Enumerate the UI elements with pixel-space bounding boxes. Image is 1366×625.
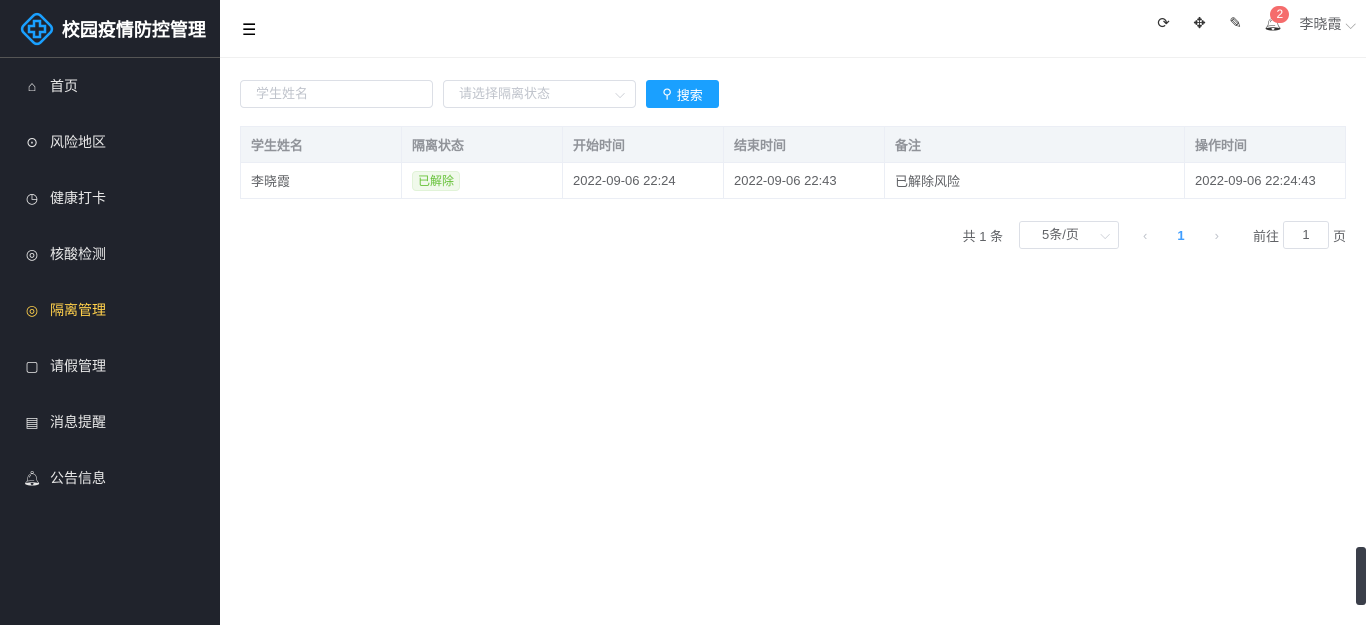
column-header[interactable]: 隔离状态 — [401, 126, 563, 163]
sidebar-item-label: 隔离管理 — [50, 302, 106, 318]
document-icon: ▢ — [25, 357, 39, 374]
sidebar-item-label: 公告信息 — [50, 470, 106, 486]
status-select-placeholder: 请选择隔离状态 — [459, 86, 551, 101]
chevron-down-icon: ⌵ — [615, 86, 625, 101]
sidebar-item-label: 健康打卡 — [50, 190, 106, 206]
status-select[interactable]: 请选择隔离状态 ⌵ — [443, 80, 636, 108]
app-title: 校园疫情防控管理 — [62, 19, 206, 40]
bell-icon[interactable]: 🔔︎ 2 — [1263, 6, 1290, 32]
top-bar: ☰ ⟳ ✥ ✎ 🔔︎ 2 李晓霞 ⌵ — [220, 0, 1366, 58]
table-cell: 2022-09-06 22:24:43 — [1184, 162, 1346, 199]
menu-toggle-icon[interactable]: ☰ — [242, 20, 256, 40]
table-cell: 李晓霞 — [240, 162, 402, 199]
sidebar-item-7[interactable]: 🔔︎ 公告信息 — [0, 450, 220, 506]
table-cell: 2022-09-06 22:24 — [562, 162, 724, 199]
home-icon: ⌂ — [27, 78, 37, 94]
sidebar-item-4[interactable]: ◎ 隔离管理 — [0, 282, 220, 338]
location-icon: ⊙ — [26, 133, 38, 150]
goto-page-input[interactable]: 1 — [1282, 221, 1329, 249]
audio-meter-widget[interactable] — [1356, 547, 1366, 605]
user-name: 李晓霞 — [1299, 16, 1342, 32]
status-badge: 已解除 — [412, 170, 461, 191]
sidebar-item-label: 风险地区 — [50, 134, 106, 150]
goto-label: 前往 — [1252, 228, 1279, 244]
isolation-table: 学生姓名 隔离状态 开始时间 结束时间 备注 操作时间 李晓霞 已解除 2022-09-06 … — [240, 126, 1346, 199]
sidebar-item-label: 核酸检测 — [50, 246, 106, 262]
user-menu[interactable]: 李晓霞 ⌵ — [1299, 14, 1356, 34]
medical-cross-icon — [20, 12, 54, 45]
table-cell: 已解除风险 — [884, 162, 1185, 199]
prev-page-button[interactable]: ‹ — [1143, 228, 1147, 243]
student-name-input[interactable]: 学生姓名 — [240, 80, 433, 108]
table-cell: 2022-09-06 22:43 — [723, 162, 885, 199]
total-count: 共 1 条 — [962, 228, 1004, 244]
chevron-down-icon: ⌵ — [1341, 16, 1356, 32]
column-header[interactable]: 开始时间 — [562, 126, 724, 163]
sidebar-item-label: 请假管理 — [50, 358, 106, 374]
sidebar-item-1[interactable]: ⊙ 风险地区 — [0, 114, 220, 170]
table-cell: 已解除 — [401, 162, 563, 199]
column-header[interactable]: 备注 — [884, 126, 1185, 163]
table-row: 李晓霞 已解除 2022-09-06 22:24 2022-09-06 22:43 已解… — [240, 162, 1346, 199]
stopwatch-icon: ◷ — [25, 189, 39, 206]
column-header[interactable]: 学生姓名 — [240, 126, 402, 163]
search-icon: ⚲ — [662, 86, 672, 101]
message-icon: ▤ — [25, 413, 39, 430]
refresh-icon[interactable]: ⟳ — [1155, 16, 1171, 32]
page-size-value: 5条/页 — [1042, 227, 1079, 242]
page-1[interactable]: 1 — [1177, 228, 1184, 243]
page-size-select[interactable]: 5条/页 ⌵ — [1019, 221, 1120, 249]
sidebar-item-label: 首页 — [50, 78, 78, 94]
column-header[interactable]: 操作时间 — [1184, 126, 1346, 163]
sidebar-item-5[interactable]: ▢ 请假管理 — [0, 338, 220, 394]
move-icon[interactable]: ✥ — [1191, 16, 1207, 32]
app-logo: 校园疫情防控管理 — [0, 0, 220, 58]
page-suffix: 页 — [1332, 228, 1346, 244]
lifebuoy-icon: ◎ — [25, 301, 39, 318]
sidebar-item-2[interactable]: ◷ 健康打卡 — [0, 170, 220, 226]
next-page-button[interactable]: › — [1215, 228, 1219, 243]
sidebar-item-0[interactable]: ⌂ 首页 — [0, 58, 220, 114]
sidebar-item-label: 消息提醒 — [50, 414, 106, 430]
sidebar-item-3[interactable]: ◎ 核酸检测 — [0, 226, 220, 282]
search-button[interactable]: ⚲ 搜索 — [646, 80, 719, 108]
search-label: 搜索 — [676, 87, 703, 103]
notification-badge: 2 — [1270, 6, 1290, 23]
column-header[interactable]: 结束时间 — [723, 126, 885, 163]
sidebar: 校园疫情防控管理 ⌂ 首页 ⊙ 风险地区 ◷ 健康打卡 ◎ 核酸检测 ◎ 隔离管理 ▢ 请假管理 ▤ 消息… — [0, 0, 220, 625]
chevron-down-icon: ⌵ — [1100, 227, 1111, 242]
pagination: 共 1 条 5条/页 ⌵ ‹ 1 › 前往 1 页 — [963, 221, 1346, 249]
sidebar-item-6[interactable]: ▤ 消息提醒 — [0, 394, 220, 450]
edit-icon[interactable]: ✎ — [1227, 16, 1243, 32]
chart-icon: ◎ — [25, 245, 39, 262]
bell-icon: 🔔︎ — [23, 469, 41, 486]
